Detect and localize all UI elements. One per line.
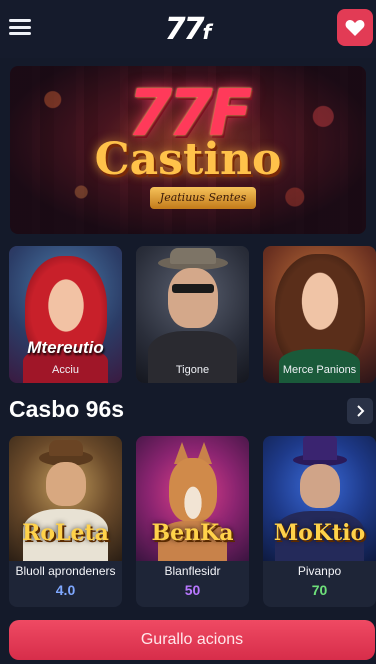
game-info-1: Bluoll aprondeners 4.0 bbox=[9, 564, 122, 598]
featured-caption-1: Acciu bbox=[52, 364, 79, 376]
game-label-3: Pivanpo bbox=[297, 564, 342, 578]
hero-banner[interactable]: 77F Castino Jeatiuus Sentes bbox=[10, 66, 366, 234]
hamburger-menu-icon[interactable] bbox=[9, 17, 31, 37]
section-title: Casbo 96s bbox=[9, 396, 125, 422]
app-logo[interactable]: 77f bbox=[165, 12, 211, 47]
featured-caption-3: Merce Panions bbox=[282, 364, 357, 376]
portrait-brunette-woman bbox=[263, 246, 376, 383]
game-info-3: Pivanpo 70 bbox=[263, 564, 376, 598]
game-card-3[interactable]: MoKtio Pivanpo 70 bbox=[263, 436, 376, 607]
logo-suffix: f bbox=[202, 19, 212, 44]
featured-card-3[interactable]: Merce Panions bbox=[263, 246, 376, 383]
game-value-2: 50 bbox=[184, 582, 201, 598]
featured-card-2[interactable]: Tigone bbox=[136, 246, 249, 383]
hero-subtitle-ribbon: Jeatiuus Sentes bbox=[150, 187, 256, 209]
featured-name-1: Mtereutio bbox=[27, 338, 104, 357]
favorites-button[interactable] bbox=[337, 9, 373, 46]
hero-title: Castino bbox=[94, 134, 282, 185]
game-info-2: Blanflesidr 50 bbox=[136, 564, 249, 598]
app-header: 77f bbox=[0, 0, 376, 58]
game-title-3: MoKtio bbox=[273, 520, 366, 546]
featured-card-1[interactable]: Mtereutio Acciu bbox=[9, 246, 122, 383]
portrait-redhead-woman bbox=[9, 246, 122, 383]
game-label-2: Blanflesidr bbox=[164, 564, 221, 578]
heart-icon bbox=[345, 19, 365, 36]
game-card-2[interactable]: BenKa Blanflesidr 50 bbox=[136, 436, 249, 607]
section-next-button[interactable] bbox=[347, 398, 373, 424]
cta-button[interactable]: Gurallo acions bbox=[9, 620, 375, 660]
logo-main: 77 bbox=[164, 11, 205, 47]
game-title-1: RoLeta bbox=[22, 520, 109, 546]
portrait-man-in-hat bbox=[136, 246, 249, 383]
chevron-right-icon bbox=[357, 405, 365, 417]
game-title-2: BenKa bbox=[151, 520, 234, 546]
game-card-1[interactable]: RoLeta Bluoll aprondeners 4.0 bbox=[9, 436, 122, 607]
game-value-3: 70 bbox=[311, 582, 328, 598]
featured-caption-2: Tigone bbox=[175, 364, 210, 376]
game-value-1: 4.0 bbox=[55, 582, 76, 598]
game-label-1: Bluoll aprondeners bbox=[15, 564, 116, 578]
